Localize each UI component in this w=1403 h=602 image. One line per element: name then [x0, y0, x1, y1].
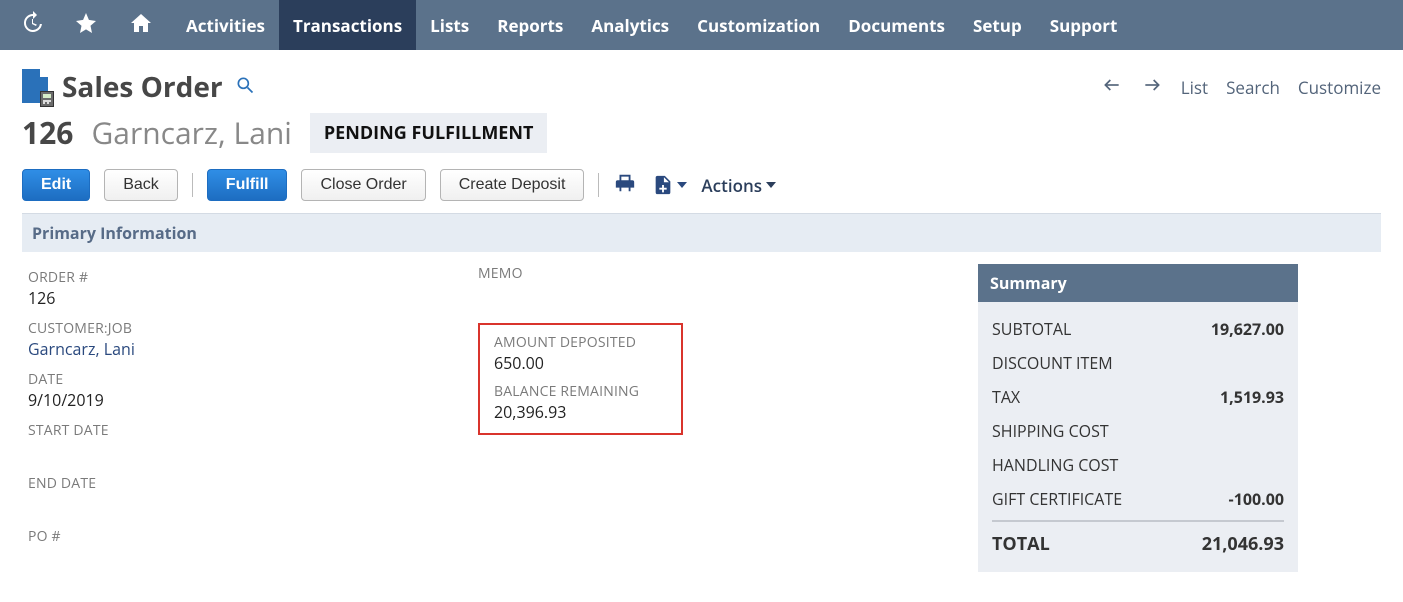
close-order-button[interactable]: Close Order	[301, 169, 425, 201]
nav-item-analytics[interactable]: Analytics	[577, 0, 683, 50]
end-date-label: END DATE	[28, 474, 468, 493]
tax-label: TAX	[992, 386, 1020, 408]
customize-link[interactable]: Customize	[1298, 76, 1381, 99]
discount-label: DISCOUNT ITEM	[992, 352, 1113, 374]
topbar-nav: ActivitiesTransactionsListsReportsAnalyt…	[172, 0, 1131, 50]
customer-value[interactable]: Garncarz, Lani	[28, 338, 468, 360]
section-header: Primary Information	[22, 213, 1381, 252]
nav-item-documents[interactable]: Documents	[834, 0, 959, 50]
summary-column: Summary SUBTOTAL19,627.00 DISCOUNT ITEM …	[978, 264, 1375, 572]
balance-remaining-label: BALANCE REMAINING	[494, 382, 667, 401]
total-label: TOTAL	[992, 532, 1050, 556]
actions-menu[interactable]: Actions	[701, 174, 776, 197]
date-value: 9/10/2019	[28, 389, 468, 411]
order-number-heading: 126	[22, 112, 73, 153]
edit-button[interactable]: Edit	[22, 169, 90, 201]
deposit-highlight-box: AMOUNT DEPOSITED 650.00 BALANCE REMAININ…	[478, 323, 683, 435]
amount-deposited-value: 650.00	[494, 352, 667, 374]
order-num-label: ORDER #	[28, 268, 468, 287]
primary-info-col2: MEMO AMOUNT DEPOSITED 650.00 BALANCE REM…	[478, 264, 968, 572]
subtotal-value: 19,627.00	[1211, 318, 1284, 340]
balance-remaining-value: 20,396.93	[494, 401, 667, 423]
new-doc-icon[interactable]	[651, 174, 687, 196]
status-badge: PENDING FULFILLMENT	[310, 113, 548, 153]
toolbar-separator	[598, 173, 599, 197]
handling-label: HANDLING COST	[992, 454, 1118, 476]
gift-value: -100.00	[1229, 488, 1284, 510]
total-value: 21,046.93	[1202, 532, 1284, 556]
prev-record-icon[interactable]	[1101, 75, 1123, 100]
order-num-value: 126	[28, 287, 468, 309]
fulfill-button[interactable]: Fulfill	[207, 169, 288, 201]
customer-label: CUSTOMER:JOB	[28, 319, 468, 338]
print-icon[interactable]	[613, 172, 637, 199]
toolbar: Edit Back Fulfill Close Order Create Dep…	[22, 169, 1381, 201]
shipping-label: SHIPPING COST	[992, 420, 1109, 442]
search-icon[interactable]	[235, 75, 255, 100]
customer-name-heading: Garncarz, Lani	[91, 112, 291, 153]
nav-item-customization[interactable]: Customization	[683, 0, 834, 50]
history-icon[interactable]	[20, 11, 44, 40]
nav-item-activities[interactable]: Activities	[172, 0, 279, 50]
tax-value: 1,519.93	[1220, 386, 1284, 408]
date-label: DATE	[28, 370, 468, 389]
nav-item-support[interactable]: Support	[1036, 0, 1132, 50]
home-icon[interactable]	[128, 11, 154, 40]
summary-header: Summary	[978, 264, 1298, 302]
nav-item-reports[interactable]: Reports	[483, 0, 577, 50]
create-deposit-button[interactable]: Create Deposit	[440, 169, 585, 201]
nav-item-transactions[interactable]: Transactions	[279, 0, 416, 50]
topbar-icons	[20, 11, 154, 40]
star-icon[interactable]	[74, 11, 98, 40]
po-label: PO #	[28, 527, 468, 546]
gift-label: GIFT CERTIFICATE	[992, 488, 1122, 510]
chevron-down-icon	[766, 182, 776, 188]
toolbar-separator	[192, 173, 193, 197]
primary-info-col1: ORDER # 126 CUSTOMER:JOB Garncarz, Lani …	[28, 264, 468, 572]
subtotal-label: SUBTOTAL	[992, 318, 1071, 340]
actions-label: Actions	[701, 174, 762, 197]
nav-item-lists[interactable]: Lists	[416, 0, 483, 50]
next-record-icon[interactable]	[1141, 75, 1163, 100]
amount-deposited-label: AMOUNT DEPOSITED	[494, 333, 667, 352]
memo-label: MEMO	[478, 264, 968, 283]
topbar: ActivitiesTransactionsListsReportsAnalyt…	[0, 0, 1403, 50]
document-icon	[22, 69, 50, 105]
start-date-label: START DATE	[28, 421, 468, 440]
list-link[interactable]: List	[1181, 76, 1208, 99]
search-link[interactable]: Search	[1226, 76, 1280, 99]
back-button[interactable]: Back	[104, 169, 178, 201]
nav-item-setup[interactable]: Setup	[959, 0, 1036, 50]
summary-panel: Summary SUBTOTAL19,627.00 DISCOUNT ITEM …	[978, 264, 1298, 572]
page-title: Sales Order	[62, 68, 223, 106]
